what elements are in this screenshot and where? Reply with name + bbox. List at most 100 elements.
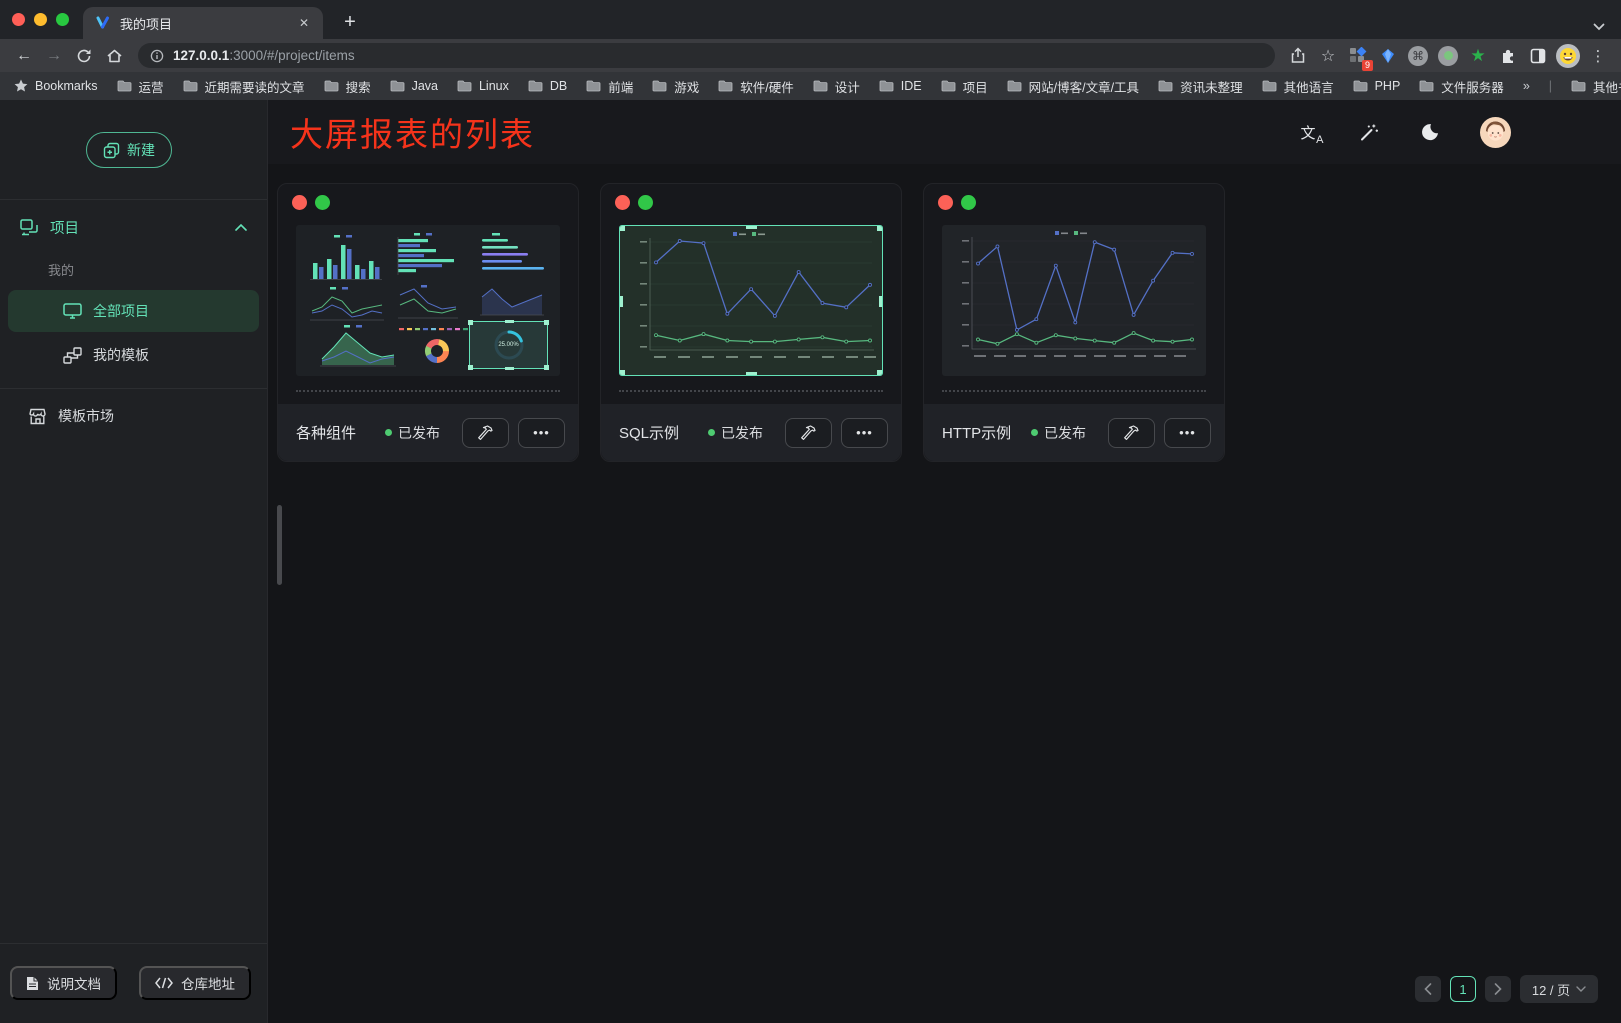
tab-close-icon[interactable]: ✕ [295, 14, 313, 32]
chevron-up-icon[interactable] [235, 224, 247, 231]
extensions-puzzle-icon[interactable] [1495, 43, 1521, 69]
create-copy-icon [103, 142, 120, 159]
bookmark-folder[interactable]: 设计 [813, 77, 860, 96]
extension-badge: 9 [1362, 60, 1373, 71]
prev-page-button[interactable] [1415, 976, 1441, 1002]
bookmarks-overflow-icon[interactable]: » [1523, 79, 1530, 93]
bookmark-folder[interactable]: 文件服务器 [1419, 77, 1504, 96]
bookmark-folder[interactable]: 运营 [117, 77, 164, 96]
bookmark-folder[interactable]: Java [390, 79, 438, 93]
site-info-icon[interactable] [150, 49, 164, 63]
repo-button[interactable]: 仓库地址 [139, 966, 251, 1000]
tab-search-chevron-icon[interactable] [1593, 23, 1605, 31]
profile-avatar-icon[interactable] [1555, 43, 1581, 69]
chart-legend [733, 232, 765, 236]
sidebar-item-all-projects[interactable]: 全部项目 [8, 290, 259, 332]
folder-icon [1419, 80, 1434, 92]
extension-gem-icon[interactable] [1375, 43, 1401, 69]
sidebar-item-template-market[interactable]: 模板市场 [8, 393, 259, 439]
project-preview[interactable]: 25.00% [296, 225, 560, 376]
extension-star-icon[interactable]: ★ [1465, 43, 1491, 69]
dark-mode-moon-icon[interactable] [1419, 121, 1441, 143]
extension-recorder-icon[interactable] [1435, 43, 1461, 69]
minimize-window-button[interactable] [34, 13, 47, 26]
bookmark-folder[interactable]: PHP [1353, 79, 1401, 93]
home-button[interactable] [100, 43, 128, 69]
share-icon[interactable] [1285, 43, 1311, 69]
language-icon[interactable]: 文A [1297, 121, 1319, 143]
zoom-window-button[interactable] [56, 13, 69, 26]
forward-button[interactable]: → [40, 43, 68, 69]
address-bar[interactable]: 127.0.0.1:3000/#/project/items [138, 43, 1275, 68]
extension-proxy-icon[interactable]: 9 [1345, 43, 1371, 69]
project-card: SQL示例 已发布 ••• [600, 183, 902, 462]
sidebar-group-mine: 我的 [8, 250, 259, 288]
edit-project-button[interactable] [462, 418, 509, 448]
hammer-icon [478, 425, 494, 441]
dotted-divider [619, 390, 883, 392]
hammer-icon [801, 425, 817, 441]
folder-icon [1571, 80, 1586, 92]
folder-icon [324, 80, 339, 92]
split-view-icon[interactable] [1525, 43, 1551, 69]
more-icon: ••• [856, 425, 873, 440]
current-page-button[interactable]: 1 [1450, 976, 1476, 1002]
bookmark-folder[interactable]: Linux [457, 79, 509, 93]
close-window-button[interactable] [12, 13, 25, 26]
other-bookmarks[interactable]: 其他书签 [1571, 77, 1621, 96]
folder-icon [941, 80, 956, 92]
user-avatar[interactable] [1480, 117, 1511, 148]
back-button[interactable]: ← [10, 43, 38, 69]
extension-command-icon[interactable]: ⌘ [1405, 43, 1431, 69]
new-project-button[interactable]: 新建 [86, 132, 172, 168]
folder-icon [1007, 80, 1022, 92]
new-tab-button[interactable]: + [337, 11, 363, 34]
sidebar-section-projects[interactable]: 项目 [8, 204, 259, 250]
more-actions-button[interactable]: ••• [1164, 418, 1211, 448]
card-red-dot [938, 195, 953, 210]
main-header: 大屏报表的列表 文A [268, 100, 1621, 164]
more-actions-button[interactable]: ••• [841, 418, 888, 448]
browser-toolbar: ← → 127.0.0.1:3000/#/project/items ☆ 9 [0, 39, 1621, 72]
more-actions-button[interactable]: ••• [518, 418, 565, 448]
status-badge: 已发布 [708, 423, 763, 443]
monitor-icon [63, 303, 82, 319]
browser-menu-icon[interactable]: ⋮ [1585, 43, 1611, 69]
edit-project-button[interactable] [785, 418, 832, 448]
bookmark-folder[interactable]: 近期需要读的文章 [183, 77, 305, 96]
bookmark-folder[interactable]: 软件/硬件 [718, 77, 793, 96]
bookmark-folder[interactable]: 前端 [586, 77, 633, 96]
sidebar-item-my-templates[interactable]: 我的模板 [8, 334, 259, 376]
main-area: 大屏报表的列表 文A [268, 100, 1621, 1023]
bookmark-folder[interactable]: 项目 [941, 77, 988, 96]
bookmark-folder[interactable]: 搜索 [324, 77, 371, 96]
status-badge: 已发布 [385, 423, 440, 443]
folder-icon [586, 80, 601, 92]
project-title: SQL示例 [619, 422, 708, 443]
pagination: 1 12 / 页 [1415, 975, 1598, 1003]
chevron-down-icon [1576, 986, 1586, 992]
project-preview[interactable] [619, 225, 883, 376]
card-footer: HTTP示例 已发布 ••• [924, 404, 1224, 461]
bookmark-folder[interactable]: 资讯未整理 [1158, 77, 1243, 96]
tab-title: 我的项目 [120, 14, 286, 33]
bookmark-star-icon[interactable]: ☆ [1315, 43, 1341, 69]
bookmark-folder[interactable]: DB [528, 79, 567, 93]
reload-button[interactable] [70, 43, 98, 69]
bookmark-folder[interactable]: 游戏 [652, 77, 699, 96]
browser-tab[interactable]: 我的项目 ✕ [83, 7, 323, 39]
bookmarks-manager[interactable]: Bookmarks [14, 79, 98, 93]
scrollbar-thumb[interactable] [277, 505, 282, 585]
line-chart-thumbnail [942, 225, 1204, 374]
next-page-button[interactable] [1485, 976, 1511, 1002]
project-preview[interactable] [942, 225, 1206, 376]
magic-wand-icon[interactable] [1358, 121, 1380, 143]
bookmark-folder[interactable]: 其他语言 [1262, 77, 1334, 96]
edit-project-button[interactable] [1108, 418, 1155, 448]
bookmark-folder[interactable]: IDE [879, 79, 922, 93]
project-card: HTTP示例 已发布 ••• [923, 183, 1225, 462]
bookmark-folder[interactable]: 网站/博客/文章/工具 [1007, 77, 1139, 96]
folder-icon [1262, 80, 1277, 92]
page-size-select[interactable]: 12 / 页 [1520, 975, 1598, 1003]
docs-button[interactable]: 说明文档 [10, 966, 117, 1000]
